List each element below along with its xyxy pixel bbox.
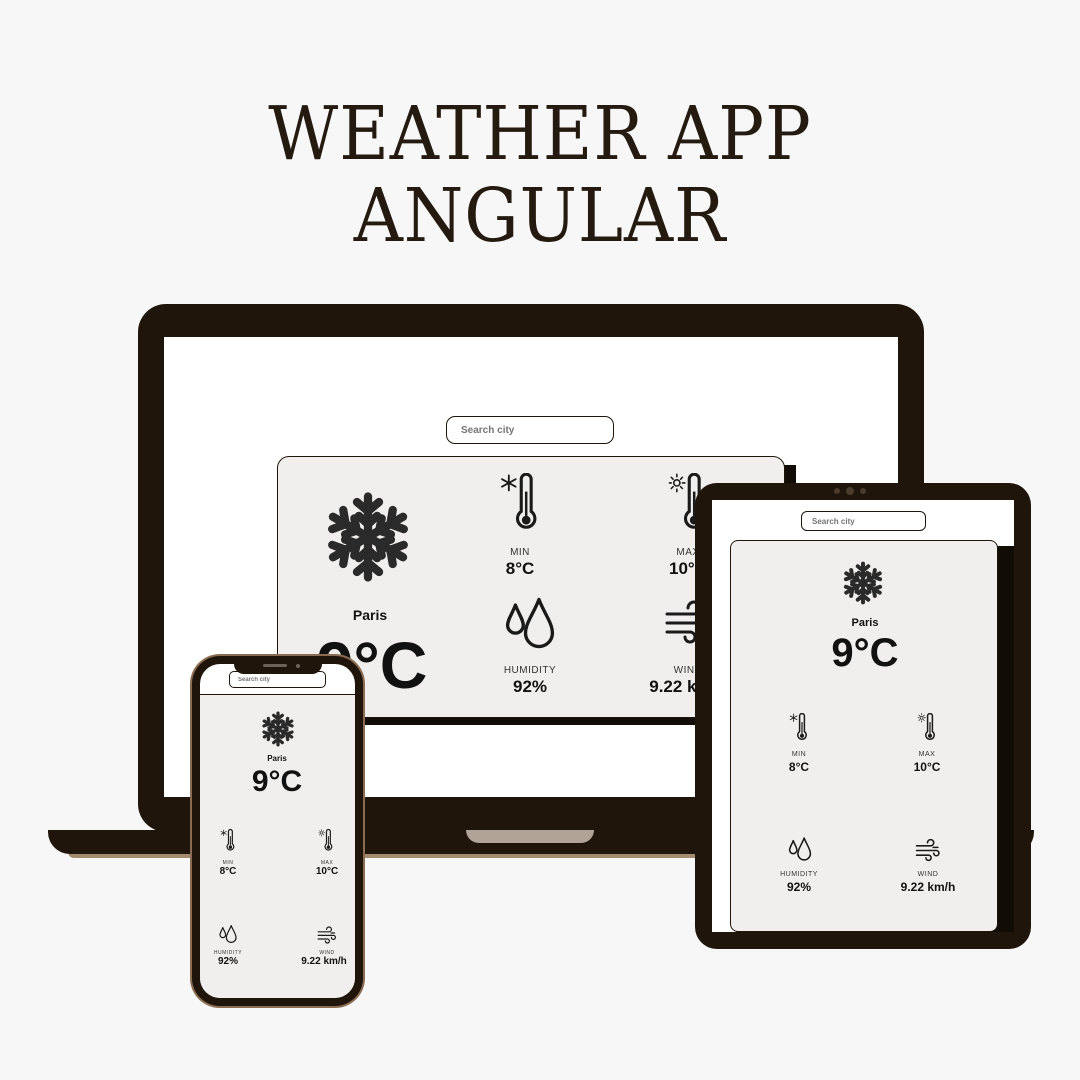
min-value: 8°C bbox=[505, 559, 535, 578]
page-title: WEATHER APP bbox=[268, 91, 812, 177]
tablet-sensor-dot bbox=[860, 488, 866, 494]
humidity-value: 92% bbox=[512, 677, 548, 696]
min-value: 8°C bbox=[788, 760, 810, 774]
phone-screen: Paris 9°C MIN 8°C MAX 10°C HUMIDITY 92% … bbox=[200, 664, 355, 998]
max-value: 10°C bbox=[315, 866, 339, 877]
phone-notch bbox=[234, 660, 322, 674]
thermometer-sun-icon bbox=[917, 713, 937, 743]
laptop-trackpad-notch bbox=[466, 830, 594, 843]
phone-weather-card: Paris 9°C MIN 8°C MAX 10°C HUMIDITY 92% … bbox=[200, 695, 355, 998]
wind-value: 9.22 km/h bbox=[900, 880, 956, 894]
tablet-camera bbox=[846, 487, 854, 495]
snowflake-icon bbox=[322, 491, 414, 583]
wind-icon bbox=[317, 925, 337, 945]
phone-speaker bbox=[263, 664, 287, 667]
thermometer-sun-icon bbox=[318, 829, 334, 853]
city-name: Paris bbox=[267, 754, 287, 763]
min-label: MIN bbox=[791, 751, 807, 758]
tablet-camera-dot bbox=[834, 488, 840, 494]
wind-icon bbox=[915, 837, 941, 863]
temperature: 9°C bbox=[831, 631, 899, 675]
phone-camera bbox=[296, 664, 300, 668]
droplets-icon bbox=[787, 835, 813, 863]
humidity-value: 92% bbox=[786, 880, 812, 894]
city-name: Paris bbox=[352, 607, 388, 623]
tablet-weather-card: Paris 9°C MIN 8°C MAX 10°C HUMIDITY 92% … bbox=[730, 540, 998, 932]
temperature: 9°C bbox=[251, 765, 303, 798]
tablet-screen: Paris 9°C MIN 8°C MAX 10°C HUMIDITY 92% … bbox=[712, 500, 1014, 932]
min-label: MIN bbox=[510, 547, 530, 558]
page-subtitle: ANGULAR bbox=[353, 173, 727, 259]
humidity-label: HUMIDITY bbox=[780, 871, 818, 878]
tablet-search-input[interactable] bbox=[801, 511, 926, 531]
wind-value: 9.22 km/h bbox=[301, 956, 347, 967]
droplets-icon bbox=[218, 923, 238, 945]
snowflake-icon bbox=[260, 711, 296, 747]
humidity-value: 92% bbox=[217, 956, 238, 967]
max-value: 10°C bbox=[913, 760, 941, 774]
thermometer-snow-icon bbox=[500, 473, 540, 535]
min-value: 8°C bbox=[219, 866, 237, 877]
city-name: Paris bbox=[851, 617, 879, 629]
laptop-search-input[interactable] bbox=[446, 416, 614, 444]
droplets-icon bbox=[502, 593, 558, 653]
wind-label: WIND bbox=[917, 871, 939, 878]
snowflake-icon bbox=[841, 561, 885, 605]
thermometer-snow-icon bbox=[789, 713, 809, 743]
thermometer-snow-icon bbox=[220, 829, 236, 853]
humidity-label: HUMIDITY bbox=[503, 665, 557, 676]
max-label: MAX bbox=[918, 751, 936, 758]
